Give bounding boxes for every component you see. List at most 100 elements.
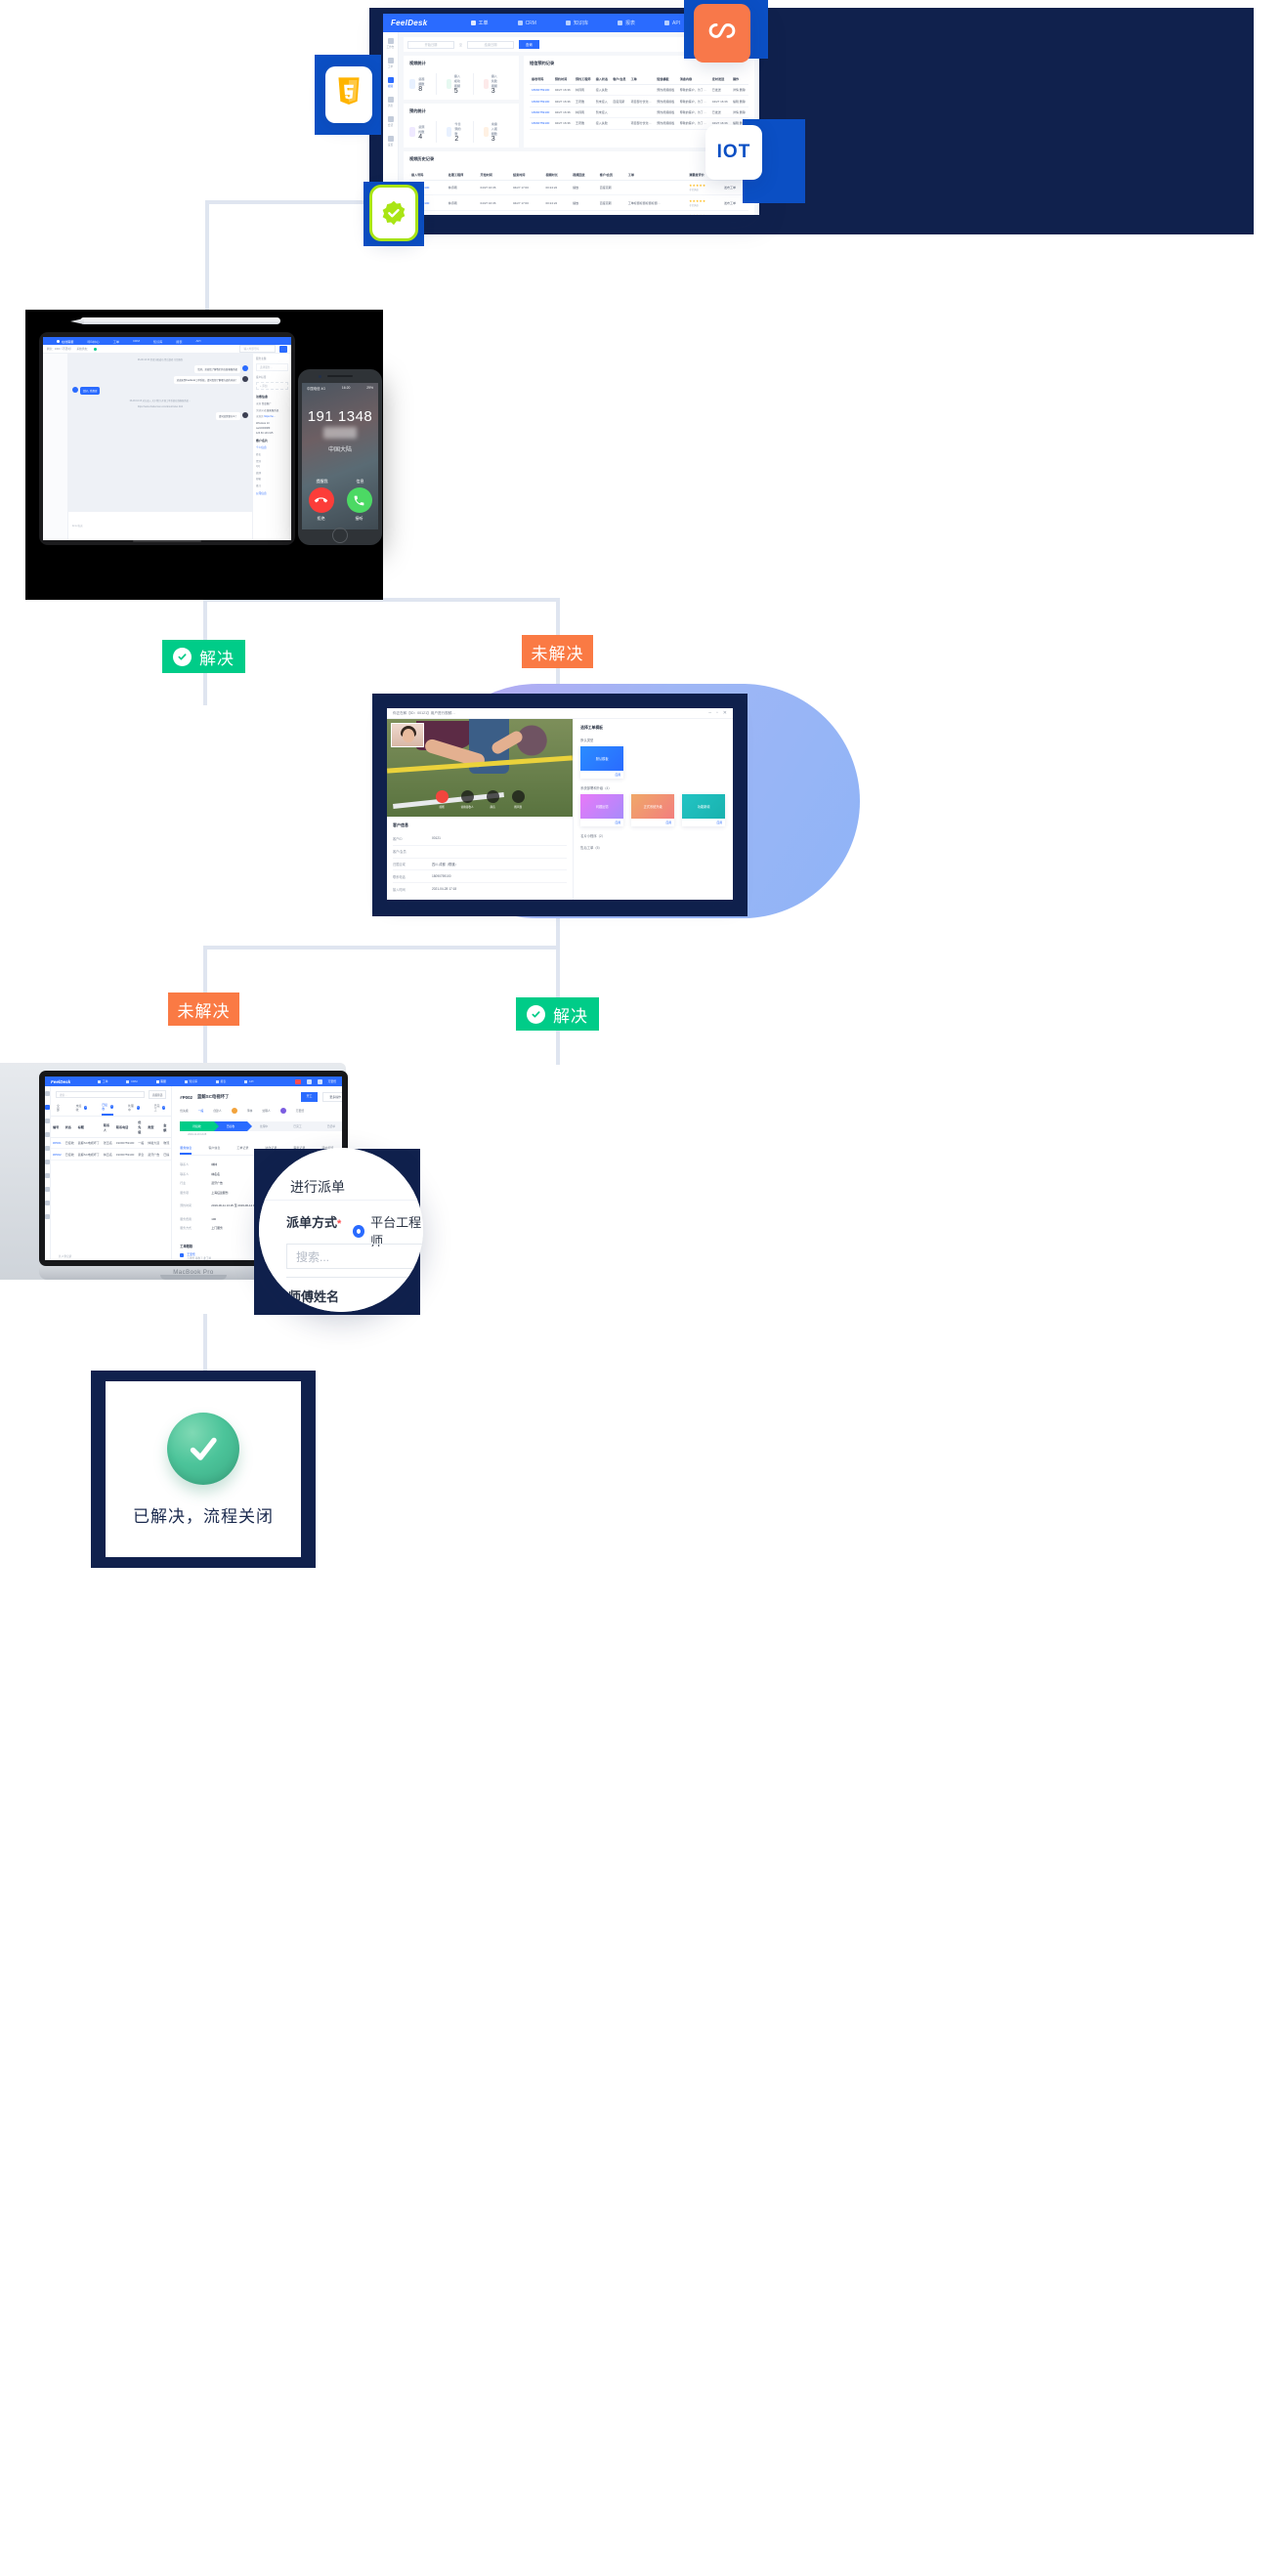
template-apply-button[interactable]: 应用	[580, 819, 623, 826]
end-date-input[interactable]: 结束日期	[467, 40, 515, 49]
template-apply-button[interactable]: 应用	[580, 771, 623, 779]
tablet-nav-kb[interactable]: 知识库	[153, 339, 162, 344]
accept-call-button[interactable]: 接听	[346, 487, 372, 522]
rail-icon-location[interactable]	[45, 1201, 50, 1205]
sidebar-item-video[interactable]: 视频	[383, 77, 398, 88]
template-apply-button[interactable]: 应用	[631, 819, 674, 826]
dial-button[interactable]	[279, 345, 287, 353]
table-cell: ★★★★★非常满意	[687, 210, 722, 215]
rail-icon-agents[interactable]	[45, 1132, 50, 1137]
table-header-row: 编号 状态 标题 联系人 联系电话 优先级 类型 金额	[51, 1117, 172, 1138]
mute-button[interactable]: 静音	[486, 790, 499, 809]
mb-nav-tickets[interactable]: 工单	[98, 1079, 107, 1083]
help-icon[interactable]	[317, 1078, 322, 1084]
service-topic-select[interactable]: 选择服务…	[256, 363, 288, 371]
mb-nav-crm[interactable]: CRM	[126, 1079, 138, 1083]
table-row[interactable]: 18090759100 04/27 16:36 林诗雨 暂未接入 预约视频模板 尊敬的客户…	[530, 106, 748, 119]
template-apply-button[interactable]: 应用	[682, 819, 725, 826]
sidebar-item-workbench[interactable]: 工作台	[383, 38, 398, 49]
template-card-newfeature[interactable]: 功能新增 应用	[682, 794, 726, 826]
close-icon[interactable]: ✕	[723, 710, 727, 716]
detail-tab-records[interactable]: 工单记录	[236, 1146, 248, 1155]
notification-badge-icon[interactable]	[294, 1078, 301, 1084]
user-menu[interactable]: 万里悟	[328, 1079, 336, 1083]
tab-unreceived[interactable]: 未接收 0	[76, 1103, 88, 1116]
sidebar-item-settings[interactable]: 设置	[383, 136, 398, 147]
detail-tab-customer[interactable]: 客户信息	[208, 1146, 220, 1155]
tab-received[interactable]: 已接收 2	[102, 1103, 113, 1116]
rail-icon-reports[interactable]	[45, 1146, 50, 1151]
column-header: 工单	[625, 169, 688, 181]
sidebar-item-sessions[interactable]: 会话	[383, 116, 398, 127]
mb-nav-kb[interactable]: 知识库	[184, 1079, 197, 1083]
advanced-filter-button[interactable]: 高级筛选	[148, 1090, 167, 1099]
mb-nav-service[interactable]: 客服	[155, 1079, 166, 1083]
search-button[interactable]: 查询	[519, 40, 539, 49]
search-input[interactable]: 搜索…	[56, 1091, 145, 1098]
rail-icon-settings[interactable]	[45, 1214, 50, 1219]
nav-item-crm[interactable]: CRM	[517, 20, 536, 26]
switch-receiver-button[interactable]: 切换接收人	[460, 790, 474, 809]
column-header: 编号	[51, 1117, 64, 1138]
tablet-nav-report[interactable]: 报表	[176, 339, 182, 344]
minimize-icon[interactable]: –	[708, 710, 711, 716]
table-row[interactable]: 18090759100 04/27 16:36 王府雅 暂未接入 百度克斯 项目部分优化……	[530, 95, 748, 107]
tablet-nav-online-service[interactable]: 在线客服	[57, 339, 73, 344]
template-card-feedback[interactable]: 问题反馈 应用	[580, 794, 624, 826]
more-actions-button[interactable]: 更多操作	[322, 1092, 342, 1102]
chat-input-area[interactable]: Enter发送	[68, 511, 252, 540]
group-label-aftersales[interactable]: 售后工单（5）	[580, 845, 726, 850]
system-status-label: 系统状态：	[76, 348, 90, 351]
sidebar-item-tickets[interactable]: 工单	[383, 58, 398, 68]
phone-home-button[interactable]	[332, 528, 348, 543]
hangup-button[interactable]: 挂断	[435, 790, 449, 809]
rail-icon-workflow[interactable]	[45, 1160, 50, 1164]
rail-icon-customers[interactable]	[45, 1119, 50, 1123]
info-row: 接入时间 2021-04-28 17:18	[393, 886, 457, 892]
rail-icon-files[interactable]	[45, 1173, 50, 1178]
nav-item-gongdan[interactable]: 工单	[470, 20, 489, 26]
tablet-nav-crm[interactable]: CRM	[133, 339, 140, 343]
table-row[interactable]: #P001 已接收 蓝鲸SC电视坏了 张五名 19090759100 一般 体验大道 物流	[51, 1137, 172, 1150]
remind-me-button[interactable]: 提醒我	[317, 479, 328, 485]
message-button[interactable]: 信息	[357, 479, 364, 485]
tab-completed[interactable]: 已完工 0	[154, 1103, 166, 1116]
nav-item-kb[interactable]: 知识库	[565, 20, 588, 26]
detail-tab-service[interactable]: 服务信息	[180, 1146, 192, 1155]
rail-icon-stats[interactable]	[45, 1187, 50, 1192]
nav-item-report[interactable]: 报表	[617, 20, 635, 26]
tablet-nav-tickets[interactable]: 工单	[113, 339, 119, 344]
group-label-miniprogram[interactable]: 名片小程序（2）	[580, 833, 726, 838]
start-work-button[interactable]: 开工	[300, 1092, 319, 1102]
mb-nav-report[interactable]: 报表	[216, 1079, 226, 1083]
speaker-button[interactable]: 扬声器	[511, 790, 525, 809]
engineer-search-input[interactable]: 搜索...	[286, 1244, 423, 1269]
table-row[interactable]: 18090759100 04/27 16:36 林诗雨 接入失败 预约视频模板 尊敬的客户…	[530, 84, 748, 97]
table-row[interactable]: 18090759100林诗雨04/27 16:3604/27 17:0000:2…	[409, 194, 748, 211]
log-avatar-icon	[180, 1253, 185, 1257]
badge-label: 未解决	[531, 644, 584, 663]
sidebar-item-messages[interactable]: 消息	[383, 97, 398, 107]
decline-call-button[interactable]: 拒绝	[308, 487, 334, 522]
tab-processing[interactable]: 处理中 0	[128, 1103, 140, 1116]
table-cell: 已接收	[63, 1148, 76, 1161]
rail-icon-dashboard[interactable]	[45, 1091, 50, 1096]
tablet-nav-callcenter[interactable]: 呼叫中心	[87, 339, 99, 344]
table-row[interactable]: 18090759100林诗雨04/27 16:3604/27 17:0000:2…	[409, 180, 748, 196]
start-date-input[interactable]: 开始日期	[407, 40, 454, 49]
template-card-default[interactable]: 默认模板 应用	[580, 746, 624, 779]
tab-all[interactable]: 全部	[57, 1103, 62, 1116]
rail-icon-tickets[interactable]	[45, 1105, 50, 1110]
bell-icon[interactable]	[306, 1078, 312, 1084]
customer-tag-add[interactable]: + 添加	[256, 382, 288, 390]
tablet-nav-api[interactable]: API	[195, 339, 200, 343]
template-card-upgrade[interactable]: 正式系统升级 应用	[631, 794, 675, 826]
nav-item-api[interactable]: API	[663, 20, 680, 26]
mb-nav-api[interactable]: API	[244, 1079, 253, 1083]
external-phone-input[interactable]: 输入外部号码	[239, 345, 276, 353]
table-row[interactable]: #P002 已接收 蓝鲸SC电视坏了 林五名 19090759100 紧急 蓝牙广告 已提	[51, 1148, 172, 1161]
table-row[interactable]: 18090759100林诗雨04/27 16:3604/27 17:0000:2…	[409, 210, 748, 215]
tablet-chat-panel: 06-06 16:15 坐席分配成功 售后维修 为您服务 您好，欢迎您了解我们的…	[68, 354, 252, 540]
maximize-icon[interactable]: ▫	[716, 710, 718, 716]
video-feed: 挂断 切换接收人 静音 扬声器	[387, 719, 574, 817]
